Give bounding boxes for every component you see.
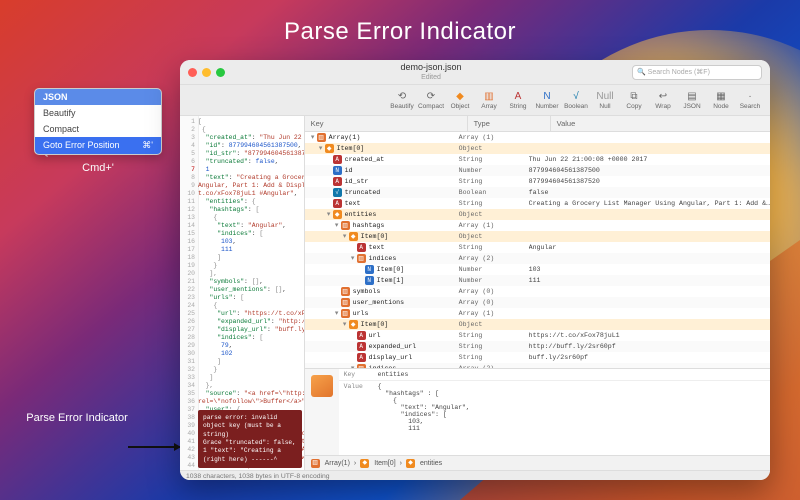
status-bar: 1038 characters, 1038 bytes in UTF-8 enc… bbox=[180, 470, 770, 480]
minimize-button[interactable] bbox=[202, 68, 211, 77]
menu-item-label: Goto Error Position bbox=[43, 140, 120, 151]
tree-row[interactable]: AurlStringhttps://t.co/xFox78juL1 bbox=[305, 330, 770, 341]
tree-row[interactable]: Aexpanded_urlStringhttp://buff.ly/2sr60p… bbox=[305, 341, 770, 352]
col-value[interactable]: Value bbox=[551, 116, 770, 131]
tree-row[interactable]: NItem[0]Number103 bbox=[305, 264, 770, 275]
window-title: demo-json.jsonEdited bbox=[230, 63, 632, 81]
object-icon bbox=[311, 375, 333, 397]
page-title: Parse Error Indicator bbox=[0, 18, 800, 46]
tree-header: Key Type Value bbox=[305, 116, 770, 132]
zoom-button[interactable] bbox=[216, 68, 225, 77]
crumb-1[interactable]: ◆Item[0] bbox=[360, 459, 395, 468]
tree-row[interactable]: NItem[1]Number111 bbox=[305, 275, 770, 286]
tree-row[interactable]: ▾▥Array(1)Array (1) bbox=[305, 132, 770, 143]
tool-null[interactable]: NullNull bbox=[591, 90, 619, 110]
tree-row[interactable]: Adisplay_urlStringbuff.ly/2sr60pf bbox=[305, 352, 770, 363]
close-button[interactable] bbox=[188, 68, 197, 77]
tree-row[interactable]: ▾◆Item[0]Object bbox=[305, 231, 770, 242]
tool-boolean[interactable]: √Boolean bbox=[562, 90, 590, 110]
tree-row[interactable]: ▥symbolsArray (0) bbox=[305, 286, 770, 297]
detail-key-label: Key bbox=[344, 371, 378, 378]
tree-row[interactable]: ▾▥hashtagsArray (1) bbox=[305, 220, 770, 231]
titlebar: demo-json.jsonEdited 🔍 Search Nodes (⌘F) bbox=[180, 60, 770, 85]
menu-item-compact[interactable]: Compact bbox=[35, 121, 161, 137]
tree-row[interactable]: Acreated_atStringThu Jun 22 21:00:08 +00… bbox=[305, 154, 770, 165]
menu-item-goto-error[interactable]: Goto Error Position ⌘' bbox=[35, 137, 161, 154]
tool-string[interactable]: AString bbox=[504, 90, 532, 110]
tool-object[interactable]: ◆Object bbox=[446, 90, 474, 110]
tool-beautify[interactable]: ⟲Beautify bbox=[388, 90, 416, 110]
context-menu-header: JSON bbox=[35, 89, 161, 105]
detail-key-value: entities bbox=[378, 371, 765, 378]
menu-item-beautify[interactable]: Beautify bbox=[35, 105, 161, 121]
tool-json[interactable]: ▤JSON bbox=[678, 90, 706, 110]
tool-compact[interactable]: ⟳Compact bbox=[417, 90, 445, 110]
toolbar: ⟲Beautify ⟳Compact ◆Object ▥Array AStrin… bbox=[180, 85, 770, 116]
tool-copy[interactable]: ⧉Copy bbox=[620, 90, 648, 110]
tree-row[interactable]: √truncatedBooleanfalse bbox=[305, 187, 770, 198]
tree-row[interactable]: ▥user_mentionsArray (0) bbox=[305, 297, 770, 308]
parse-error-box: parse error: invalid object key (must be… bbox=[198, 410, 302, 468]
tree-row[interactable]: AtextStringAngular bbox=[305, 242, 770, 253]
search-input[interactable]: 🔍 Search Nodes (⌘F) bbox=[632, 65, 762, 80]
annotation-parse-error: Parse Error Indicator bbox=[22, 410, 132, 427]
tool-search-label: ·Search bbox=[736, 90, 764, 110]
tree-row[interactable]: ▾▥urlsArray (1) bbox=[305, 308, 770, 319]
col-type[interactable]: Type bbox=[468, 116, 551, 131]
tool-array[interactable]: ▥Array bbox=[475, 90, 503, 110]
crumb-0[interactable]: ▥Array(1) bbox=[311, 459, 350, 468]
tool-wrap[interactable]: ↩Wrap bbox=[649, 90, 677, 110]
code-editor[interactable]: 1234567891011121314151617181920212223242… bbox=[180, 116, 305, 470]
detail-icon bbox=[305, 369, 339, 455]
app-window: demo-json.jsonEdited 🔍 Search Nodes (⌘F)… bbox=[180, 60, 770, 480]
context-menu: JSON Beautify Compact Goto Error Positio… bbox=[34, 88, 162, 155]
col-key[interactable]: Key bbox=[305, 116, 468, 131]
crumb-2[interactable]: ◆entities bbox=[406, 459, 442, 468]
tree-row[interactable]: ▾▥indicesArray (2) bbox=[305, 253, 770, 264]
tree-row[interactable]: AtextStringCreating a Grocery List Manag… bbox=[305, 198, 770, 209]
menu-item-shortcut: ⌘' bbox=[142, 140, 153, 151]
tree-pane: Key Type Value ▾▥Array(1)Array (1)▾◆Item… bbox=[305, 116, 770, 470]
detail-value-body: { "hashtags" : [ { "text": "Angular", "i… bbox=[378, 383, 765, 432]
tool-number[interactable]: ΝNumber bbox=[533, 90, 561, 110]
detail-pane: Keyentities Value{ "hashtags" : [ { "tex… bbox=[305, 368, 770, 455]
tree-row[interactable]: NidNumber877994604561387500 bbox=[305, 165, 770, 176]
tree-rows[interactable]: ▾▥Array(1)Array (1)▾◆Item[0]ObjectAcreat… bbox=[305, 132, 770, 368]
tool-node[interactable]: ▦Node bbox=[707, 90, 735, 110]
detail-value-label: Value bbox=[344, 383, 378, 432]
tree-row[interactable]: ▾◆entitiesObject bbox=[305, 209, 770, 220]
tree-row[interactable]: ▾◆Item[0]Object bbox=[305, 319, 770, 330]
breadcrumb: ▥Array(1)› ◆Item[0]› ◆entities bbox=[305, 455, 770, 470]
gutter: 1234567891011121314151617181920212223242… bbox=[180, 116, 199, 470]
tree-row[interactable]: ▾◆Item[0]Object bbox=[305, 143, 770, 154]
arrow-indicator bbox=[128, 446, 180, 448]
tree-row[interactable]: Aid_strString877994604561387520 bbox=[305, 176, 770, 187]
